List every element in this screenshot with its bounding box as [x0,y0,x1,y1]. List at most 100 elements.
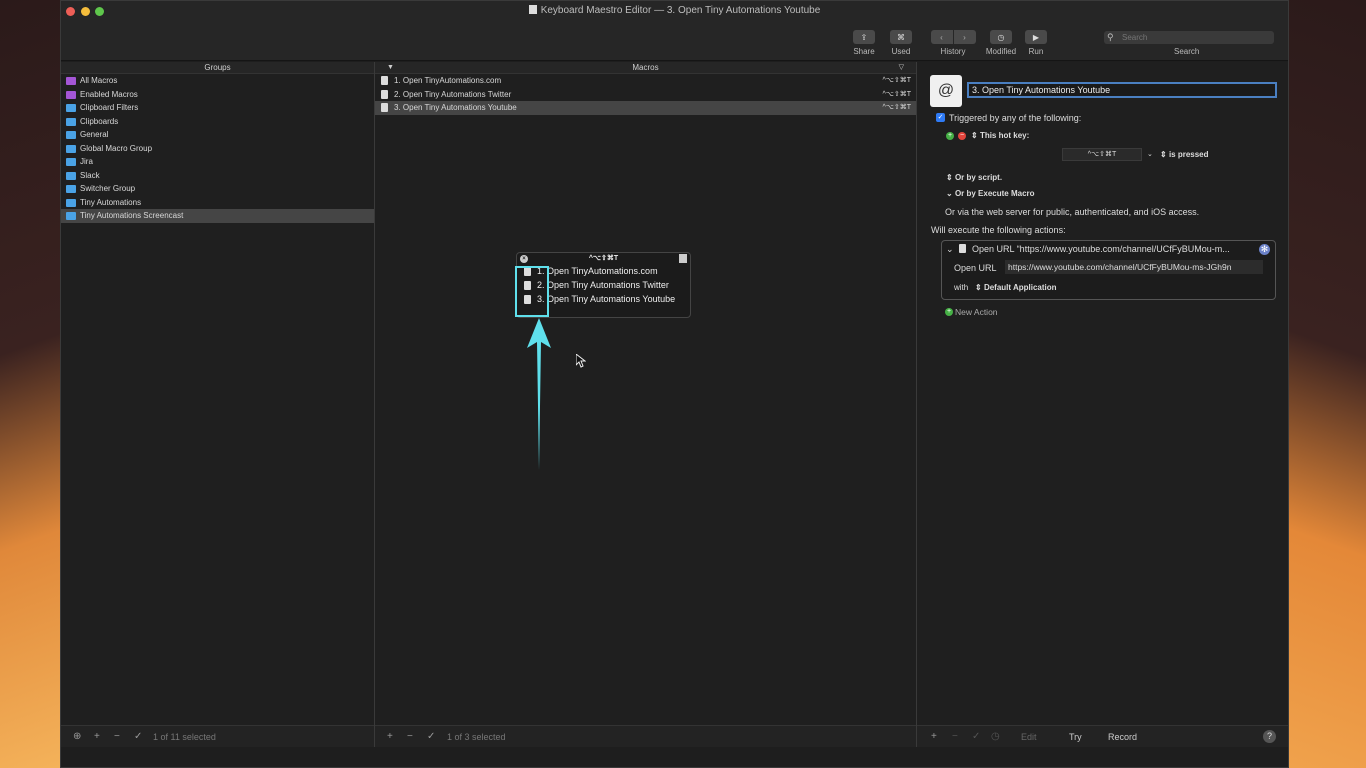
action-doc-icon [959,244,966,253]
back-icon[interactable]: ‹ [930,30,953,44]
groups-column: Groups All Macros Enabled Macros Clipboard… [61,62,375,747]
group-item-label: Enabled Macros [80,89,138,99]
macro-hotkey: ^⌥⇧⌘T [882,104,912,111]
pressed-select[interactable]: ⇕ is pressed [1160,150,1209,159]
close-icon[interactable]: × [520,255,528,263]
macros-column: ▼ Macros ▽ 1. Open TinyAutomations.com ^⌥… [375,62,917,747]
new-action-button[interactable]: New Action [955,307,998,317]
palette-header: × ^⌥⇧⌘T [517,253,690,264]
macro-item-label: 1. Open TinyAutomations.com [394,76,502,85]
hotkey-field[interactable]: ^⌥⇧⌘T [1062,148,1142,161]
search-label: Search [1174,47,1200,56]
add-trigger-button[interactable]: + [946,132,954,140]
group-item[interactable]: Enabled Macros [61,88,374,102]
folder-icon [66,185,76,193]
edit-button[interactable]: Edit [1021,732,1037,742]
group-item[interactable]: Jira [61,155,374,169]
groups-list: All Macros Enabled Macros Clipboard Filter… [61,74,374,223]
group-item[interactable]: Switcher Group [61,182,374,196]
group-item[interactable]: General [61,128,374,142]
macros-list: 1. Open TinyAutomations.com ^⌥⇧⌘T 2. Open … [375,74,916,115]
disclosure-icon[interactable]: ⌄ [946,244,954,255]
groups-header[interactable]: Groups [61,62,374,74]
help-button[interactable]: ? [1263,730,1276,743]
group-item[interactable]: All Macros [61,74,374,88]
open-url-action[interactable]: ⌄ Open URL “https://www.youtube.com/chan… [941,240,1276,300]
editor-column: @ ✓ Triggered by any of the following: +… [917,62,1288,747]
try-button[interactable]: Try [1069,732,1082,742]
folder-icon [66,104,76,112]
folder-icon [66,144,76,153]
triggered-label: Triggered by any of the following: [949,113,1082,123]
add-macro-button[interactable]: + [387,731,393,742]
forward-icon[interactable]: › [953,30,976,44]
share-icon: ⇪ [853,30,875,44]
modified-button[interactable]: ◷ Modified [983,30,1019,56]
macro-name-field[interactable] [967,82,1277,98]
group-item[interactable]: Clipboards [61,115,374,129]
share-button[interactable]: ⇪ Share [849,30,879,56]
play-icon: ▶ [1025,30,1047,44]
add-action-button[interactable]: + [931,731,937,742]
url-field[interactable]: https://www.youtube.com/channel/UCfFyBUM… [1005,260,1263,274]
folder-icon [66,117,76,126]
group-item-label: Slack [80,170,100,180]
clock-icon[interactable]: ◷ [991,731,1000,742]
palette-item-label: 2. Open Tiny Automations Twitter [537,280,669,290]
clock-icon: ◷ [990,30,1012,44]
group-item[interactable]: Clipboard Filters [61,101,374,115]
enable-macro-checkbox[interactable]: ✓ [427,731,435,742]
run-button[interactable]: ▶ Run [1023,30,1049,56]
macro-item[interactable]: 1. Open TinyAutomations.com ^⌥⇧⌘T [375,74,916,88]
application-select[interactable]: ⇕ Default Application [975,283,1057,292]
history-control[interactable]: ‹ › History [929,30,977,56]
record-button[interactable]: Record [1108,732,1137,742]
search-input[interactable] [1104,31,1274,44]
macro-item-label: 2. Open Tiny Automations Twitter [394,89,512,99]
folder-icon [66,158,76,166]
group-item[interactable]: Tiny Automations [61,196,374,210]
editor-footer: + − ✓ ◷ Edit Try Record ? [917,725,1288,747]
chevron-down-icon[interactable]: ⌄ [1147,150,1153,158]
filter-triangle-icon[interactable]: ▽ [899,62,904,74]
sort-triangle-icon[interactable]: ▼ [387,62,394,74]
desktop-left [0,0,60,768]
execute-macro-option[interactable]: ⌄ Or by Execute Macro [946,189,1035,198]
web-server-label[interactable]: Or via the web server for public, authen… [945,207,1199,217]
remove-group-button[interactable]: − [114,731,120,742]
group-item[interactable]: Tiny Automations Screencast [61,209,374,223]
enable-group-checkbox[interactable]: ✓ [134,731,142,742]
macro-item[interactable]: 3. Open Tiny Automations Youtube ^⌥⇧⌘T [375,101,916,115]
remove-action-button[interactable]: − [952,731,958,742]
macro-icon[interactable]: @ [930,75,962,107]
with-label: with [954,283,969,292]
folder-icon [66,198,76,207]
hotkey-trigger-label[interactable]: ⇕ This hot key: [971,131,1029,140]
remove-trigger-button[interactable]: − [958,132,966,140]
command-icon: ⌘ [890,30,912,44]
palette-item-label: 1. Open TinyAutomations.com [537,266,658,276]
macro-item[interactable]: 2. Open Tiny Automations Twitter ^⌥⇧⌘T [375,88,916,102]
titlebar: Keyboard Maestro Editor — 3. Open Tiny A… [61,1,1288,61]
script-trigger-option[interactable]: ⇕ Or by script. [946,173,1002,182]
folder-icon [66,77,76,85]
enable-action-checkbox[interactable]: ✓ [972,731,980,742]
remove-macro-button[interactable]: − [407,731,413,742]
group-item[interactable]: Slack [61,169,374,183]
group-item-label: Clipboard Filters [80,103,139,112]
mouse-cursor-icon [576,354,586,368]
group-item-label: Tiny Automations Screencast [80,211,184,220]
group-item-label: Jira [80,157,93,166]
triggered-checkbox[interactable]: ✓ [936,113,945,122]
gear-icon[interactable]: ⊕ [73,731,81,742]
gear-icon[interactable]: ✻ [1259,244,1270,255]
group-item[interactable]: Global Macro Group [61,142,374,156]
used-button[interactable]: ⌘ Used [886,30,916,56]
arrow-annotation [527,318,551,470]
macros-header[interactable]: ▼ Macros ▽ [375,62,916,74]
group-item-label: General [80,130,109,139]
macros-selection-status: 1 of 3 selected [447,732,506,742]
will-execute-label: Will execute the following actions: [931,225,1066,235]
add-group-button[interactable]: + [94,731,100,742]
new-action-icon[interactable]: + [945,308,953,316]
